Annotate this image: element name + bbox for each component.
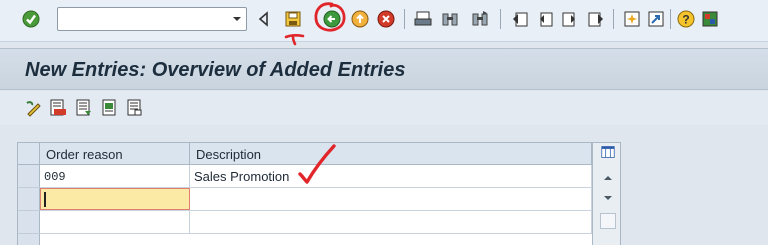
select-all-cell[interactable] bbox=[18, 143, 40, 165]
command-field[interactable] bbox=[57, 7, 247, 31]
back-green-icon[interactable] bbox=[322, 9, 342, 29]
enter-checkmark-icon[interactable] bbox=[21, 9, 41, 29]
toolbar-separator bbox=[404, 9, 405, 29]
order-reason-input[interactable] bbox=[40, 188, 190, 210]
toolbar-separator bbox=[670, 9, 671, 29]
layout-menu-icon[interactable] bbox=[700, 9, 720, 29]
description-cell[interactable] bbox=[190, 211, 592, 233]
row-selector[interactable] bbox=[18, 165, 40, 188]
table-row[interactable] bbox=[40, 188, 592, 211]
row-selector-column bbox=[18, 165, 40, 245]
description-cell[interactable] bbox=[190, 188, 592, 210]
print-icon[interactable] bbox=[413, 9, 433, 29]
table-row[interactable] bbox=[40, 211, 592, 234]
command-input[interactable] bbox=[60, 9, 228, 29]
page-title: New Entries: Overview of Added Entries bbox=[25, 59, 406, 81]
toolbar-separator bbox=[613, 9, 614, 29]
deselect-all-icon[interactable] bbox=[126, 99, 144, 117]
find-icon[interactable] bbox=[440, 9, 460, 29]
delete-icon[interactable] bbox=[49, 99, 67, 117]
chevron-down-icon[interactable] bbox=[228, 8, 246, 30]
save-icon[interactable] bbox=[283, 9, 303, 29]
previous-page-icon[interactable] bbox=[535, 9, 555, 29]
order-reason-cell[interactable]: 009 bbox=[40, 165, 190, 187]
next-page-icon[interactable] bbox=[560, 9, 580, 29]
column-config-icon[interactable] bbox=[601, 145, 615, 159]
application-toolbar bbox=[0, 91, 768, 125]
entries-table: Order reason Description 009 Sales Promo… bbox=[17, 142, 621, 245]
toolbar-separator bbox=[500, 9, 501, 29]
row-selector[interactable] bbox=[18, 234, 40, 245]
column-header-order-reason[interactable]: Order reason bbox=[40, 143, 190, 165]
help-icon[interactable]: ? bbox=[676, 9, 696, 29]
shortcut-icon[interactable] bbox=[646, 9, 666, 29]
scroll-down-icon[interactable] bbox=[601, 191, 615, 205]
change-display-icon[interactable] bbox=[25, 99, 43, 117]
scroll-thumb[interactable] bbox=[600, 213, 616, 229]
order-reason-cell[interactable] bbox=[40, 211, 190, 233]
back-arrow-icon[interactable] bbox=[253, 9, 273, 29]
svg-text:?: ? bbox=[682, 13, 689, 27]
row-selector[interactable] bbox=[18, 188, 40, 211]
exit-icon[interactable] bbox=[350, 9, 370, 29]
new-session-icon[interactable] bbox=[622, 9, 642, 29]
vertical-scrollbar[interactable] bbox=[592, 143, 620, 245]
table-header: Order reason Description bbox=[18, 143, 620, 165]
select-all-icon[interactable] bbox=[75, 99, 93, 117]
cancel-icon[interactable] bbox=[376, 9, 396, 29]
title-bar: New Entries: Overview of Added Entries bbox=[0, 48, 768, 90]
column-header-description[interactable]: Description bbox=[190, 143, 592, 165]
first-page-icon[interactable] bbox=[510, 9, 530, 29]
text-cursor bbox=[44, 192, 46, 207]
last-page-icon[interactable] bbox=[586, 9, 606, 29]
system-toolbar: ? bbox=[0, 0, 768, 42]
table-row[interactable]: 009 Sales Promotion bbox=[40, 165, 592, 188]
find-next-icon[interactable] bbox=[470, 9, 490, 29]
select-block-icon[interactable] bbox=[101, 99, 119, 117]
row-selector[interactable] bbox=[18, 211, 40, 234]
description-cell[interactable]: Sales Promotion bbox=[190, 165, 592, 187]
scroll-up-icon[interactable] bbox=[601, 171, 615, 185]
